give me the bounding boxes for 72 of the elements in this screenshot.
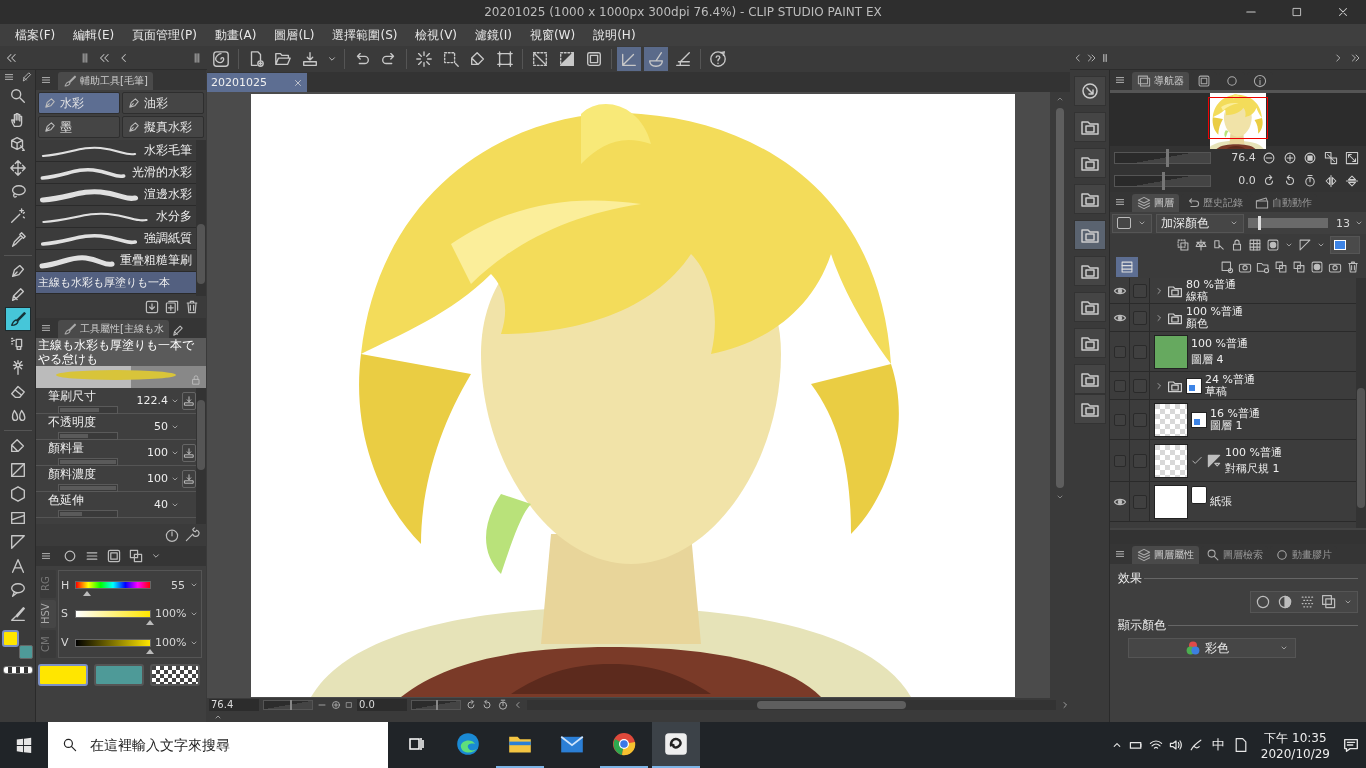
- property-value: 122.4: [135, 394, 168, 407]
- property-value: 100: [146, 472, 168, 485]
- color-mode-tab[interactable]: HSV: [40, 600, 56, 628]
- subtool-group-button[interactable]: 擬真水彩: [122, 116, 204, 138]
- property-value: 100: [146, 446, 168, 459]
- angle-value: 0.0: [1237, 174, 1256, 187]
- menu-item[interactable]: 視窗(W): [520, 24, 585, 46]
- subtool-group-button[interactable]: 墨: [38, 116, 120, 138]
- panel-tab[interactable]: 輔助工具[毛筆]: [58, 72, 153, 90]
- menu-item[interactable]: 說明(H): [584, 24, 645, 46]
- document-tab[interactable]: 20201025: [207, 73, 307, 92]
- brush-item[interactable]: 強調紙質: [36, 228, 196, 250]
- menu-item[interactable]: 圖層(L): [265, 24, 324, 46]
- angle-field[interactable]: 0.0: [357, 699, 407, 711]
- search-field[interactable]: 在這裡輸入文字來搜尋: [48, 722, 388, 768]
- slider-value: 55: [170, 578, 185, 592]
- layer-name[interactable]: 草稿: [1205, 385, 1255, 398]
- subtool-group-button[interactable]: 水彩: [38, 92, 120, 114]
- brush-item[interactable]: 水彩毛筆: [36, 140, 196, 162]
- layer-name[interactable]: 顏色: [1186, 317, 1243, 330]
- layer-blend: 100 %普通: [1186, 305, 1243, 318]
- section-label: 效果: [1118, 570, 1142, 587]
- panel-tab[interactable]: 圖層屬性: [1132, 546, 1199, 564]
- blend-mode-dropdown[interactable]: 加深顏色: [1156, 213, 1244, 233]
- menu-item[interactable]: 編輯(E): [64, 24, 124, 46]
- property-label: 筆刷尺寸: [48, 387, 97, 405]
- brush-item[interactable]: 水分多: [36, 206, 196, 228]
- property-label: 顏料濃度: [48, 465, 97, 483]
- layer-name[interactable]: 對稱尺規 1: [1225, 462, 1282, 475]
- layer-name[interactable]: 圖層 4: [1191, 353, 1248, 366]
- layer-name[interactable]: 線稿: [1186, 290, 1236, 303]
- layer-name[interactable]: 圖層 1: [1210, 419, 1260, 432]
- property-label: 色延伸: [48, 491, 85, 509]
- menu-item[interactable]: 檢視(V): [406, 24, 467, 46]
- brush-item[interactable]: 主線も水彩も厚塗りも一本: [36, 272, 196, 294]
- layer-blend: 100 %普通: [1225, 446, 1282, 459]
- panel-tab[interactable]: 導航器: [1132, 72, 1189, 90]
- input-method-indicator[interactable]: 中: [1207, 736, 1229, 754]
- opacity-value: 13: [1335, 216, 1350, 230]
- menu-item[interactable]: 濾鏡(I): [466, 24, 521, 46]
- clock-time[interactable]: 下午 10:35: [1264, 729, 1327, 747]
- brush-item[interactable]: 光滑的水彩: [36, 162, 196, 184]
- panel-tab[interactable]: 圖層: [1132, 194, 1179, 212]
- menu-item[interactable]: 動畫(A): [205, 24, 266, 46]
- display-color-dropdown[interactable]: 彩色: [1128, 638, 1296, 658]
- layer-blend: 80 %普通: [1186, 278, 1236, 291]
- property-value: 40: [153, 498, 168, 511]
- panel-tab[interactable]: 工具屬性[主線も水: [58, 320, 169, 338]
- clock-date[interactable]: 2020/10/29: [1260, 746, 1330, 761]
- section-label: 顯示顏色: [1118, 617, 1166, 634]
- property-label: 顏料量: [48, 439, 85, 457]
- zoom-value: 76.4: [1230, 151, 1256, 164]
- window-title: 20201025 (1000 x 1000px 300dpi 76.4%) - CLIP STUDIO PAINT EX: [483, 5, 883, 19]
- slider-label: V: [61, 636, 70, 650]
- layer-name[interactable]: 紙張: [1210, 495, 1232, 508]
- slider-label: H: [61, 578, 71, 592]
- layer-blend: 100 %普通: [1191, 337, 1248, 350]
- property-value: 50: [153, 420, 168, 433]
- zoom-field[interactable]: 76.4: [209, 699, 259, 711]
- property-label: 不透明度: [48, 413, 97, 431]
- layer-blend: 24 %普通: [1205, 373, 1255, 386]
- layer-blend: 16 %普通: [1210, 407, 1260, 420]
- slider-value: 100%: [155, 636, 185, 650]
- preview-text: 主線も水彩も厚塗りも一本でやる怠けも: [36, 338, 206, 366]
- subtool-group-button[interactable]: 油彩: [122, 92, 204, 114]
- search-input[interactable]: 在這裡輸入文字來搜尋: [88, 736, 388, 754]
- menu-item[interactable]: 選擇範圍(S): [323, 24, 407, 46]
- menu-item[interactable]: 頁面管理(P): [123, 24, 206, 46]
- slider-value: 100%: [155, 607, 185, 621]
- menu-item[interactable]: 檔案(F): [6, 24, 65, 46]
- slider-label: S: [61, 607, 69, 621]
- brush-item[interactable]: 渲邊水彩: [36, 184, 196, 206]
